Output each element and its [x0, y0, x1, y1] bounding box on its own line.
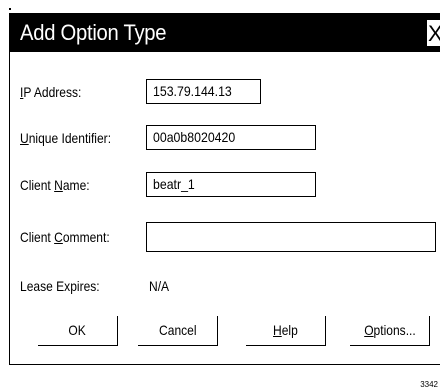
unique-identifier-field[interactable]: 00a0b8020420 [146, 125, 316, 150]
client-name-label: Client Name: [20, 177, 90, 193]
dialog-title: Add Option Type [20, 20, 167, 45]
lease-expires-value: N/A [149, 278, 170, 294]
ip-address-field[interactable]: 153.79.144.13 [146, 79, 261, 104]
ip-address-label: IP Address: [20, 84, 82, 100]
stray-mark [9, 8, 11, 10]
cancel-button[interactable]: Cancel [138, 316, 218, 346]
figure-number: 3342 [420, 380, 438, 389]
help-button[interactable]: Help [246, 316, 326, 346]
ok-button[interactable]: OK [38, 316, 118, 346]
client-name-field[interactable]: beatr_1 [146, 172, 316, 197]
options-button[interactable]: Options... [350, 316, 430, 346]
title-bar: Add Option Type X [10, 14, 440, 52]
client-comment-label: Client Comment: [20, 229, 110, 245]
unique-identifier-label: Unique Identifier: [20, 130, 112, 146]
lease-expires-label: Lease Expires: [20, 278, 100, 294]
client-comment-field[interactable] [146, 222, 436, 252]
add-option-type-dialog: Add Option Type X IP Address: 153.79.144… [9, 13, 440, 365]
close-button[interactable]: X [426, 19, 440, 47]
